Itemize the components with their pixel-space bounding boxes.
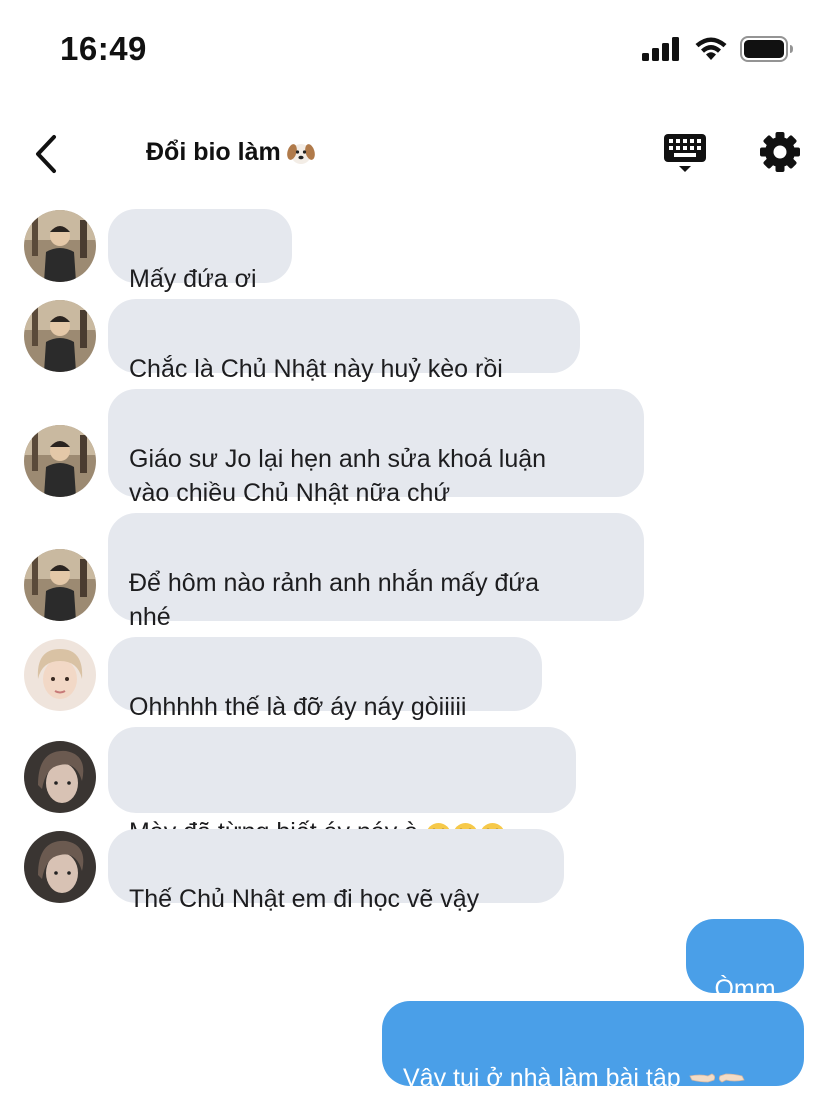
cellular-signal-icon	[642, 37, 679, 61]
wifi-icon	[695, 37, 727, 60]
status-bar: 16:49	[0, 0, 828, 100]
avatar[interactable]	[24, 639, 96, 711]
message-text: Giáo sư Jo lại hẹn anh sửa khoá luận vào…	[129, 445, 547, 507]
message-bubble[interactable]: Chắc là Chủ Nhật này huỷ kèo rồi	[108, 299, 580, 383]
avatar[interactable]	[24, 549, 96, 621]
chat-title-text: Đổi bio làm	[146, 138, 281, 166]
message-bubble[interactable]: Giáo sư Jo lại hẹn anh sửa khoá luận vào…	[108, 389, 644, 507]
avatar[interactable]	[24, 741, 96, 813]
message-text: Để hôm nào rảnh anh nhắn mấy đứa nhé	[129, 569, 540, 631]
message-bubble-outgoing[interactable]: Vậy tui ở nhà làm bài tập	[382, 1001, 804, 1092]
pointing-fingers-emoji	[689, 1073, 745, 1083]
message-bubble[interactable]: Để hôm nào rảnh anh nhắn mấy đứa nhé	[108, 513, 644, 631]
message-bubble[interactable]: Mày đã từng biết áy náy à	[108, 727, 576, 848]
settings-button[interactable]	[758, 130, 802, 174]
message-text: Mấy đứa ơi	[129, 265, 257, 293]
chat-title[interactable]: Đổi bio làm	[146, 138, 315, 167]
status-time: 16:49	[60, 30, 147, 67]
message-text: Òmm	[714, 975, 776, 1003]
chevron-left-icon	[36, 135, 56, 173]
dog-face-emoji	[286, 143, 315, 164]
message-bubble[interactable]: Ohhhhh thế là đỡ áy náy gòiiiii	[108, 637, 542, 721]
message-text: Vậy tui ở nhà làm bài tập	[403, 1064, 688, 1092]
avatar[interactable]	[24, 425, 96, 497]
message-bubble[interactable]: Thế Chủ Nhật em đi học vẽ vậy	[108, 829, 564, 913]
message-bubble[interactable]: Mấy đứa ơi	[108, 209, 292, 293]
keyboard-button[interactable]	[662, 132, 708, 174]
message-text: Thế Chủ Nhật em đi học vẽ vậy	[129, 885, 480, 913]
avatar[interactable]	[24, 831, 96, 903]
keyboard-icon	[664, 134, 706, 172]
back-button[interactable]	[26, 132, 66, 176]
message-text: Chắc là Chủ Nhật này huỷ kèo rồi	[129, 355, 503, 383]
message-bubble-outgoing[interactable]: Òmm	[686, 919, 804, 1003]
battery-icon	[740, 36, 793, 62]
message-text: Ohhhhh thế là đỡ áy náy gòiiiii	[129, 693, 467, 721]
chat-header: Đổi bio làm	[0, 118, 828, 188]
status-icons	[642, 36, 794, 62]
avatar[interactable]	[24, 210, 96, 282]
avatar[interactable]	[24, 300, 96, 372]
gear-icon	[760, 132, 800, 172]
